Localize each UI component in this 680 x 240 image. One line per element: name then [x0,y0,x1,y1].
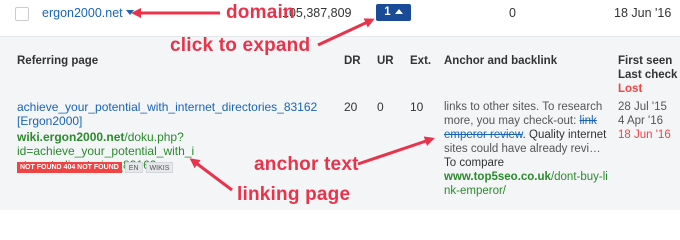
header-ext[interactable]: Ext. [410,55,431,67]
header-first-seen[interactable]: First seen [618,55,672,67]
backlink-domain[interactable]: www.top5seo.co.uk [444,171,551,183]
ext-value: 10 [410,100,424,114]
header-lost[interactable]: Lost [618,83,642,95]
referring-page-title[interactable]: achieve_your_potential_with_internet_dir… [17,100,317,128]
anchor-line1: links to other sites. To research [444,101,603,113]
anchor-link-part1[interactable]: link [580,115,597,127]
tag-language: EN [124,162,143,173]
url-domain[interactable]: wiki.ergon2000.net [17,130,124,144]
lost-date: 18 Jun '16 [618,129,671,141]
chevron-up-icon [394,9,403,14]
first-seen-date: 28 Jul '15 [618,101,667,113]
annotation-click-to-expand: click to expand [170,35,311,56]
anchor-line3-rest: . Quality internet [522,129,607,141]
annotation-anchor-text: anchor text [254,154,359,175]
anchor-line4: sites could have already revi… [444,143,601,155]
expand-count: 1 [384,6,391,18]
domain-link[interactable]: ergon2000.net [42,6,134,20]
backlink-path1[interactable]: /dont-buy-li [551,171,608,183]
dr-value: 20 [344,100,358,114]
header-ur[interactable]: UR [377,55,394,67]
chevron-down-icon[interactable] [125,10,134,15]
header-last-check[interactable]: Last check [618,69,677,81]
backlink-path2[interactable]: nk-emperor/ [444,184,614,198]
header-anchor[interactable]: Anchor and backlink [444,55,557,67]
anchor-line5: To compare [444,157,505,169]
row-date: 18 Jun '16 [614,6,672,20]
zero-value: 0 [509,6,516,20]
anchor-link-part2[interactable]: emperor review [444,129,523,141]
anchor-and-backlink: links to other sites. To research more, … [444,100,614,198]
domain-text[interactable]: ergon2000.net [42,6,123,20]
header-referring-page[interactable]: Referring page [17,55,98,67]
header-dr[interactable]: DR [344,55,361,67]
annotation-linking-page: linking page [237,184,351,205]
tag-not-found: NOT FOUND 404 NOT FOUND [17,162,122,173]
annotation-domain: domain [226,2,295,23]
dates-cell: 28 Jul '15 4 Apr '16 18 Jun '16 [618,100,671,142]
last-check-date: 4 Apr '16 [618,115,664,127]
anchor-line2: more, you may check-out: [444,115,580,127]
backlink-url[interactable]: www.top5seo.co.uk/dont-buy-li [444,170,614,184]
tag-list: NOT FOUND 404 NOT FOUND EN WIKIS [17,162,176,173]
row-checkbox[interactable] [15,7,29,21]
title-line2[interactable]: [Ergon2000] [17,114,307,128]
expand-button[interactable]: 1 [376,4,411,21]
title-line1[interactable]: achieve_your_potential_with_internet_dir… [17,100,317,114]
tag-wikis: WIKIS [145,162,174,173]
ur-value: 0 [377,100,384,114]
